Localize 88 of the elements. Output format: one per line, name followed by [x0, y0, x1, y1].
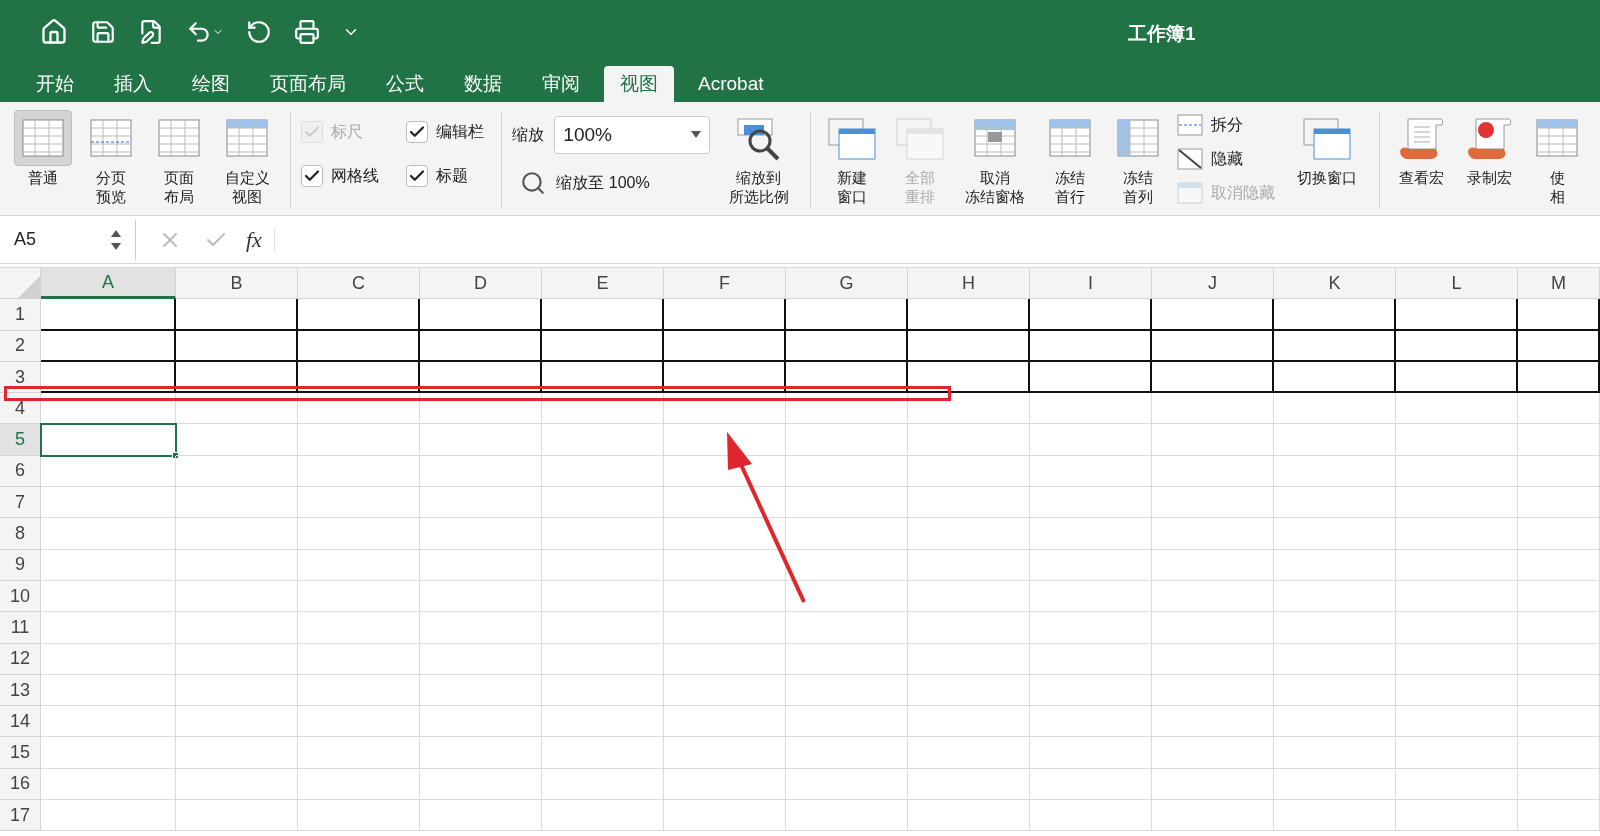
column-header[interactable]: M [1518, 268, 1600, 300]
pane-button[interactable]: 隐藏 [1176, 146, 1284, 172]
row-header[interactable]: 7 [0, 487, 41, 519]
zoom-selection-icon [736, 115, 782, 161]
dropdown-caret-icon [691, 131, 702, 139]
fill-handle[interactable] [172, 451, 179, 459]
column-header[interactable]: I [1030, 268, 1152, 300]
row-header[interactable]: 16 [0, 768, 41, 801]
checkbox[interactable]: 标题 [406, 164, 492, 188]
column-header[interactable]: A [41, 268, 176, 300]
ribbon-button[interactable]: 使 相 [1524, 106, 1590, 210]
ribbon-tab[interactable]: 页面布局 [254, 66, 362, 102]
save-icon[interactable] [90, 19, 116, 45]
row-header[interactable]: 15 [0, 737, 41, 769]
ribbon-button[interactable]: 缩放到 所选比例 [716, 106, 802, 210]
name-box[interactable]: A5 [0, 219, 136, 260]
ribbon-tab[interactable]: 开始 [20, 66, 90, 102]
stepper-icon[interactable] [111, 228, 121, 251]
ribbon-tab[interactable]: 视图 [604, 66, 674, 102]
unhide-icon [1176, 180, 1203, 206]
relative-reference-icon [1534, 116, 1580, 160]
freeze-column-icon [1114, 116, 1161, 160]
ribbon-tab[interactable]: 公式 [370, 66, 440, 102]
page-icon [156, 116, 202, 160]
ribbon-button[interactable]: 查看宏 [1388, 106, 1454, 210]
row-header[interactable]: 1 [0, 299, 41, 331]
column-header[interactable]: G [786, 268, 908, 300]
print-icon[interactable] [294, 19, 320, 45]
row-header[interactable]: 6 [0, 455, 41, 488]
column-header[interactable]: E [542, 268, 664, 300]
zoom-reset-button[interactable]: 缩放至 100% [512, 170, 717, 196]
ribbon-button[interactable]: 切换窗口 [1283, 106, 1372, 191]
home-icon[interactable] [40, 18, 68, 46]
column-header[interactable]: D [420, 268, 542, 300]
search-icon [520, 170, 547, 196]
function-button[interactable]: fx [246, 223, 262, 256]
ribbon-button[interactable]: 取消 冻结窗格 [954, 106, 1035, 210]
ribbon-button[interactable]: 冻结 首列 [1104, 106, 1171, 210]
row-header[interactable]: 11 [0, 612, 41, 644]
row-header[interactable]: 5 [0, 424, 41, 456]
row-header[interactable]: 8 [0, 518, 41, 550]
grid-icon [20, 116, 66, 160]
split-icon [1176, 112, 1203, 138]
triangle-icon [18, 276, 40, 299]
ribbon-button[interactable]: 普通 [10, 106, 76, 210]
new-window-icon [826, 115, 877, 161]
undo-icon[interactable] [186, 19, 212, 45]
checkbox[interactable]: 编辑栏 [406, 120, 492, 144]
freeze-row-icon [1046, 116, 1093, 160]
row-header[interactable]: 4 [0, 393, 41, 425]
column-header[interactable]: H [908, 268, 1030, 300]
arrange-icon [894, 115, 945, 161]
hide-icon [1176, 146, 1203, 172]
ribbon-tab[interactable]: 插入 [98, 66, 168, 102]
ribbon-button[interactable]: 录制宏 [1456, 106, 1522, 210]
checkbox[interactable]: 网格线 [300, 164, 387, 188]
ribbon-button[interactable]: 自定义 视图 [214, 106, 280, 210]
unfreeze-icon [971, 116, 1018, 160]
zoom-label: 缩放 [512, 125, 545, 145]
ribbon-button[interactable]: 页面 布局 [146, 106, 212, 210]
ribbon-button[interactable]: 分页 预览 [78, 106, 144, 210]
window-title: 工作簿1 [1128, 22, 1196, 46]
page-break-icon [88, 116, 134, 160]
row-header[interactable]: 17 [0, 800, 41, 832]
custom-view-icon [224, 116, 270, 160]
row-header[interactable]: 14 [0, 706, 41, 738]
column-header[interactable]: B [176, 268, 298, 300]
column-header[interactable]: L [1396, 268, 1518, 300]
ribbon-tab[interactable]: Acrobat [682, 66, 780, 102]
column-header[interactable]: C [298, 268, 420, 300]
redo-icon[interactable] [246, 19, 272, 45]
row-header[interactable]: 2 [0, 330, 41, 362]
ribbon-tab[interactable]: 审阅 [526, 66, 596, 102]
row-header[interactable]: 9 [0, 549, 41, 581]
zoom-dropdown[interactable]: 100% [554, 116, 711, 154]
row-header[interactable]: 10 [0, 580, 41, 613]
column-header[interactable]: F [664, 268, 786, 300]
column-header[interactable]: K [1274, 268, 1396, 300]
edit-icon[interactable] [138, 19, 164, 45]
switch-window-icon [1302, 115, 1353, 161]
ribbon-tab[interactable]: 绘图 [176, 66, 246, 102]
ribbon-button[interactable]: 新建 窗口 [818, 106, 885, 210]
row-header[interactable]: 12 [0, 643, 41, 675]
ribbon-tab[interactable]: 数据 [448, 66, 518, 102]
pane-button[interactable]: 拆分 [1176, 112, 1284, 138]
column-header[interactable]: J [1152, 268, 1274, 300]
row-header[interactable]: 13 [0, 674, 41, 707]
ribbon-button[interactable]: 冻结 首行 [1036, 106, 1103, 210]
